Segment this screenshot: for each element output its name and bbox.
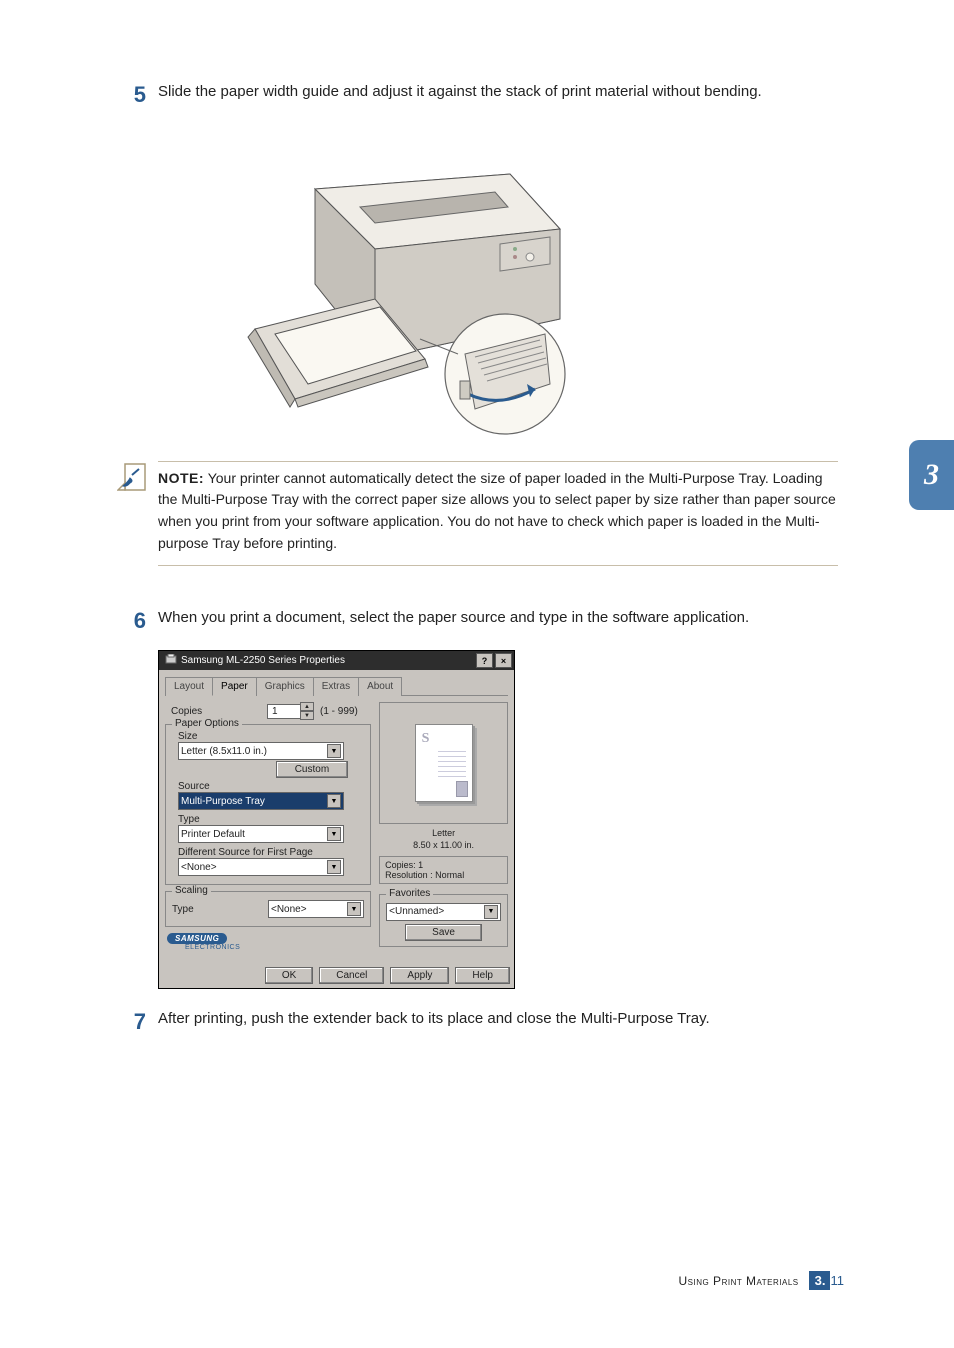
dialog-title: Samsung ML-2250 Series Properties <box>181 655 345 666</box>
apply-button[interactable]: Apply <box>390 967 449 984</box>
properties-dialog: Samsung ML-2250 Series Properties ? × La… <box>158 650 515 988</box>
paper-options-group: Paper Options Size Letter (8.5x11.0 in.)… <box>165 724 371 885</box>
dialog-tabstrip: Layout Paper Graphics Extras About <box>165 676 508 696</box>
step-number: 5 <box>110 80 158 111</box>
scaling-type-value: <None> <box>271 904 307 915</box>
note-text: Your printer cannot automatically detect… <box>158 470 836 551</box>
type-value: Printer Default <box>181 829 245 840</box>
dialog-app-icon <box>165 654 177 668</box>
scaling-group: Scaling Type <None> ▼ <box>165 891 371 927</box>
diff-source-label: Different Source for First Page <box>178 847 364 858</box>
copies-range: (1 - 999) <box>320 706 358 717</box>
note-block: NOTE: Your printer cannot automatically … <box>110 461 844 572</box>
favorites-value: <Unnamed> <box>389 906 444 917</box>
step-7: 7 After printing, push the extender back… <box>110 1007 844 1038</box>
type-label: Type <box>178 814 364 825</box>
preview-info: Copies: 1 Resolution : Normal <box>379 856 508 884</box>
copies-spinner[interactable]: 1 ▲▼ <box>267 702 314 720</box>
tab-layout[interactable]: Layout <box>165 677 213 696</box>
tab-paper[interactable]: Paper <box>212 677 257 696</box>
note-rule-bottom <box>158 565 838 566</box>
dropdown-icon: ▼ <box>327 794 341 808</box>
diff-source-value: <None> <box>181 862 217 873</box>
paper-options-legend: Paper Options <box>172 718 242 729</box>
page-footer: Using Print Materials 3.11 <box>679 1271 845 1290</box>
source-select[interactable]: Multi-Purpose Tray ▼ <box>178 792 344 810</box>
paper-preview: S <box>379 702 508 824</box>
dialog-footer: OK Cancel Apply Help <box>159 961 514 988</box>
favorites-select[interactable]: <Unnamed> ▼ <box>386 903 501 921</box>
note-title: NOTE: <box>158 470 204 486</box>
preview-size-name: Letter <box>379 828 508 840</box>
favorites-legend: Favorites <box>386 888 433 899</box>
footer-section-title: Using Print Materials <box>679 1274 799 1288</box>
source-value: Multi-Purpose Tray <box>181 796 265 807</box>
preview-mark: S <box>422 731 430 746</box>
brand-sub: ELECTRONICS <box>185 944 371 951</box>
size-value: Letter (8.5x11.0 in.) <box>181 746 267 757</box>
source-label: Source <box>178 781 364 792</box>
tab-graphics[interactable]: Graphics <box>256 677 314 696</box>
properties-dialog-figure: Samsung ML-2250 Series Properties ? × La… <box>158 650 844 988</box>
size-label: Size <box>178 731 364 742</box>
copies-label: Copies <box>171 706 261 717</box>
copies-input[interactable]: 1 <box>267 704 301 719</box>
brand-name: SAMSUNG <box>167 933 227 944</box>
custom-button[interactable]: Custom <box>276 761 348 778</box>
dialog-help-button[interactable]: ? <box>476 653 493 668</box>
dropdown-icon: ▼ <box>484 905 498 919</box>
dialog-close-button[interactable]: × <box>495 653 512 668</box>
ok-button[interactable]: OK <box>265 967 313 984</box>
chapter-side-tab: 3 <box>909 440 954 510</box>
dropdown-icon: ▼ <box>327 827 341 841</box>
footer-chapter: 3. <box>809 1271 830 1290</box>
type-select[interactable]: Printer Default ▼ <box>178 825 344 843</box>
step-number: 6 <box>110 606 158 637</box>
info-copies: Copies: 1 <box>385 860 502 870</box>
step-text: When you print a document, select the pa… <box>158 606 844 637</box>
footer-page-number: 11 <box>831 1273 845 1288</box>
favorites-group: Favorites <Unnamed> ▼ Save <box>379 894 508 947</box>
scaling-type-label: Type <box>172 904 262 915</box>
step-number: 7 <box>110 1007 158 1038</box>
help-button[interactable]: Help <box>455 967 510 984</box>
brand-logo: SAMSUNG <box>167 933 371 944</box>
tab-extras[interactable]: Extras <box>313 677 359 696</box>
tab-about[interactable]: About <box>358 677 402 696</box>
dropdown-icon: ▼ <box>327 860 341 874</box>
size-select[interactable]: Letter (8.5x11.0 in.) ▼ <box>178 742 344 760</box>
spinner-buttons[interactable]: ▲▼ <box>300 702 314 720</box>
printer-illustration <box>200 129 620 439</box>
dropdown-icon: ▼ <box>347 902 361 916</box>
note-icon <box>110 461 158 495</box>
step-text: Slide the paper width guide and adjust i… <box>158 80 844 111</box>
preview-size-dims: 8.50 x 11.00 in. <box>379 840 508 852</box>
scaling-type-select[interactable]: <None> ▼ <box>268 900 364 918</box>
note-rule-top <box>158 461 838 462</box>
info-resolution: Resolution : Normal <box>385 870 502 880</box>
dropdown-icon: ▼ <box>327 744 341 758</box>
favorites-save-button[interactable]: Save <box>405 924 482 941</box>
dialog-titlebar[interactable]: Samsung ML-2250 Series Properties ? × <box>159 651 514 670</box>
diff-source-select[interactable]: <None> ▼ <box>178 858 344 876</box>
step-text: After printing, push the extender back t… <box>158 1007 844 1038</box>
scaling-legend: Scaling <box>172 885 211 896</box>
step-6: 6 When you print a document, select the … <box>110 606 844 637</box>
cancel-button[interactable]: Cancel <box>319 967 384 984</box>
step-5: 5 Slide the paper width guide and adjust… <box>110 80 844 111</box>
